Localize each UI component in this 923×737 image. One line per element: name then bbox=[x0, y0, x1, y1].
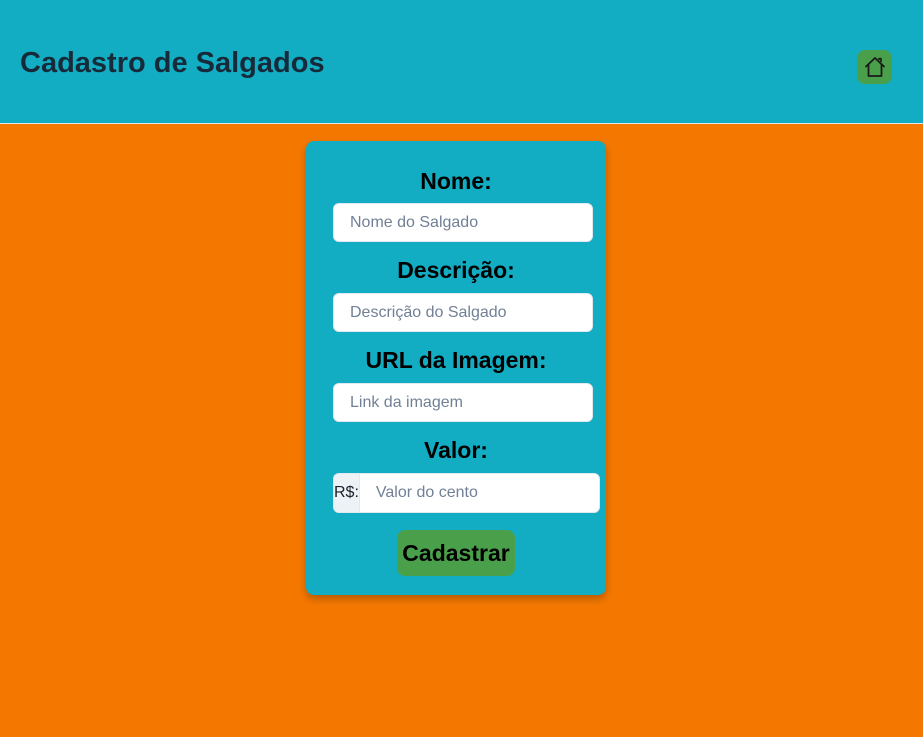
app-header: Cadastro de Salgados bbox=[0, 0, 923, 124]
valor-input-group: R$: bbox=[333, 473, 600, 513]
imagem-url-label: URL da Imagem: bbox=[365, 347, 547, 373]
valor-input[interactable] bbox=[358, 473, 600, 513]
currency-addon: R$: bbox=[333, 473, 359, 513]
descricao-label: Descrição: bbox=[397, 257, 515, 283]
valor-label: Valor: bbox=[424, 437, 488, 463]
nome-label: Nome: bbox=[420, 168, 492, 194]
cadastrar-button[interactable]: Cadastrar bbox=[397, 530, 515, 576]
home-button[interactable] bbox=[857, 50, 892, 84]
page-title: Cadastro de Salgados bbox=[20, 47, 325, 79]
home-icon bbox=[864, 57, 885, 77]
nome-input[interactable] bbox=[333, 203, 593, 242]
register-form-card: Nome: Descrição: URL da Imagem: Valor: R… bbox=[306, 141, 606, 595]
imagem-url-input[interactable] bbox=[333, 383, 593, 422]
descricao-input[interactable] bbox=[333, 293, 593, 332]
